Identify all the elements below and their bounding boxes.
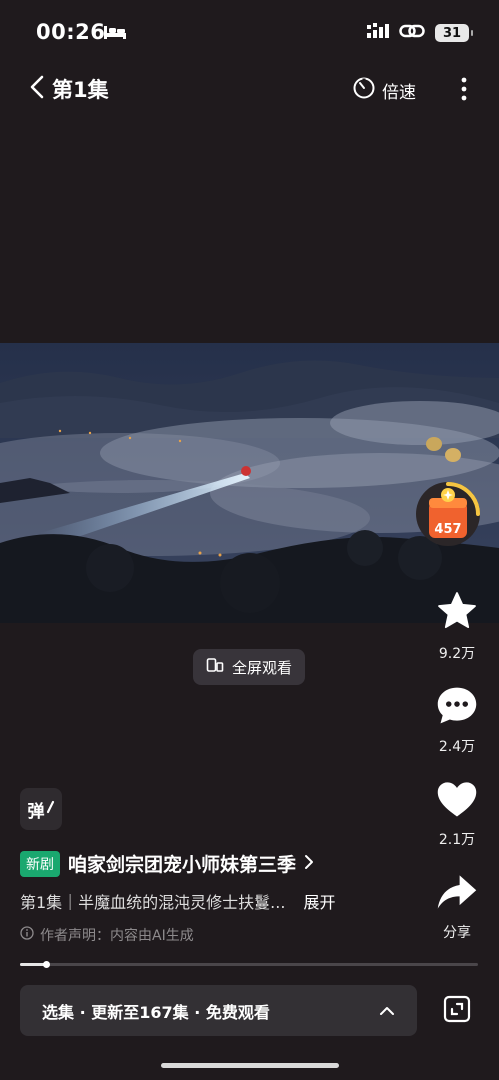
danmaku-label: 弹 [27, 801, 45, 822]
link-icon [399, 22, 425, 44]
status-time: 00:26 [36, 20, 106, 44]
progress-knob[interactable] [43, 961, 51, 968]
coin-count: 457 [434, 522, 462, 537]
expand-button[interactable]: 展开 [303, 889, 335, 913]
more-button[interactable] [454, 76, 474, 102]
info-icon [20, 926, 34, 944]
chevron-left-icon [30, 75, 44, 103]
episode-selector-label: 选集 · 更新至167集 · 免费观看 [42, 1002, 270, 1022]
share-action[interactable]: 分享 [427, 872, 487, 942]
battery-indicator: 31 [435, 24, 473, 42]
episode-selector-bar[interactable]: 选集 · 更新至167集 · 免费观看 [20, 985, 417, 1036]
danmaku-toggle-button[interactable]: 弹 [20, 788, 62, 830]
zoom-button[interactable] [437, 991, 477, 1031]
drama-title: 咱家剑宗团宠小师妹第三季 [68, 854, 297, 876]
home-indicator[interactable] [161, 1063, 339, 1068]
like-action[interactable]: 2.1万 [427, 779, 487, 849]
top-bar: 第1集 倍速 [0, 66, 499, 110]
share-icon [436, 872, 478, 916]
pencil-slash-icon [45, 799, 55, 820]
favorite-count: 9.2万 [438, 646, 476, 662]
star-icon [435, 589, 479, 637]
comment-action[interactable]: 2.4万 [427, 684, 487, 756]
speed-button[interactable]: 倍速 [352, 76, 416, 105]
chevron-up-icon [379, 1001, 395, 1020]
back-button[interactable]: 第1集 [30, 74, 109, 104]
timer-icon [352, 76, 376, 105]
ai-disclaimer: 作者声明：内容由AI生成 [20, 925, 194, 945]
signal-icon [367, 23, 389, 43]
fullscreen-label: 全屏观看 [231, 658, 292, 677]
share-label: 分享 [443, 925, 471, 941]
heart-icon [436, 779, 478, 823]
episode-title: 第1集 [52, 78, 109, 102]
episode-description-row: 第1集｜半魔血统的混沌灵修士扶鬘... 展开 [20, 889, 335, 913]
like-count: 2.1万 [438, 832, 476, 848]
sleep-mode-icon [103, 24, 127, 44]
new-drama-badge: 新剧 [20, 850, 60, 877]
fullscreen-button[interactable]: 全屏观看 [193, 649, 305, 685]
status-bar: 00:26 31 [0, 0, 499, 66]
comment-icon [435, 684, 479, 730]
status-indicators: 31 [367, 22, 473, 44]
speed-label: 倍速 [382, 83, 416, 103]
ai-disclaimer-text: 作者声明：内容由AI生成 [40, 928, 194, 944]
episode-description: 第1集｜半魔血统的混沌灵修士扶鬘... [20, 893, 286, 912]
favorite-action[interactable]: 9.2万 [427, 589, 487, 663]
drama-title-row[interactable]: 新剧 咱家剑宗团宠小师妹第三季 [20, 850, 314, 877]
chevron-right-icon [304, 854, 314, 874]
more-vertical-icon [454, 77, 474, 106]
coin-reward-widget[interactable]: 457 [412, 432, 484, 552]
zoom-frame-icon [443, 995, 471, 1027]
playback-progress-bar[interactable] [20, 961, 478, 968]
comment-count: 2.4万 [438, 739, 476, 755]
rotate-phone-icon [206, 656, 224, 678]
